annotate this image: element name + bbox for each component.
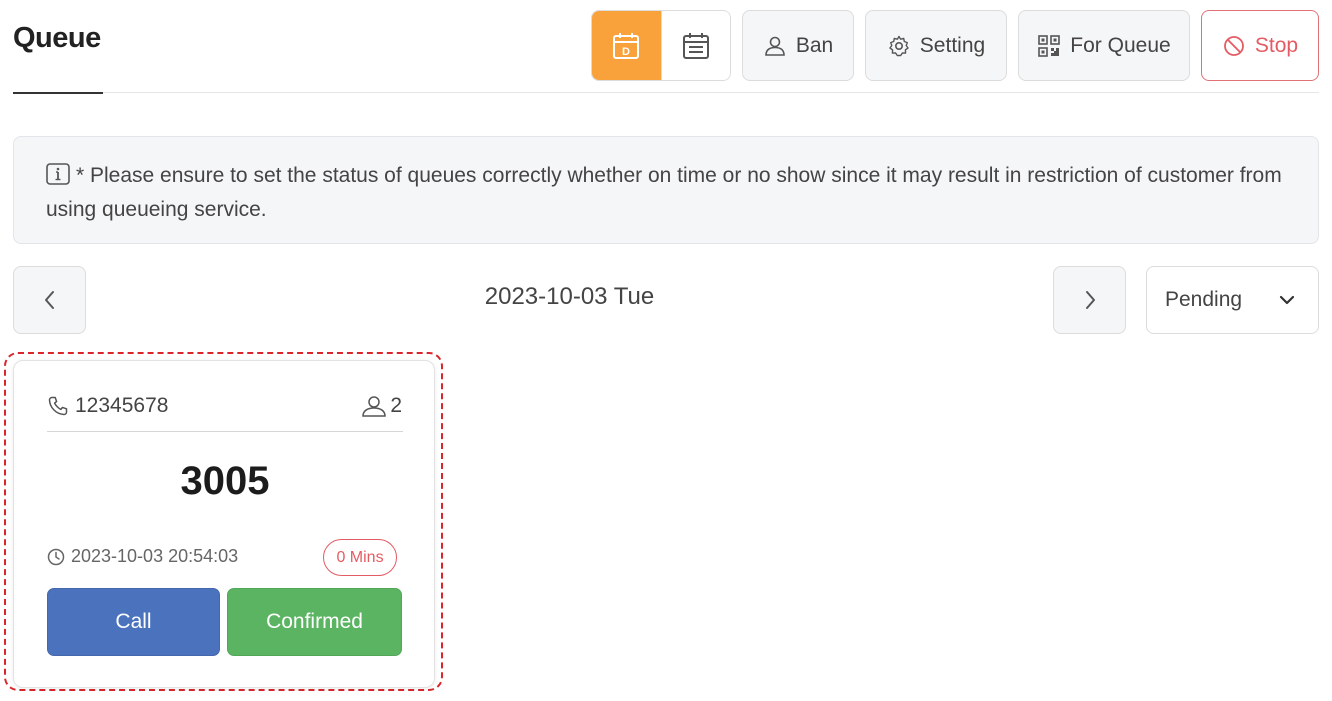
toolbar: D Ban Setting For Queue Stop <box>0 10 1332 81</box>
ban-label: Ban <box>795 33 834 57</box>
card-divider <box>47 431 403 432</box>
clock-icon <box>47 548 65 565</box>
phone-number: 12345678 <box>75 394 169 417</box>
stop-label: Stop <box>1254 33 1299 57</box>
for-queue-label: For Queue <box>1070 33 1171 57</box>
setting-button[interactable]: Setting <box>865 10 1007 81</box>
day-badge: D <box>622 46 630 58</box>
card-party-size: 2 <box>361 394 402 418</box>
queue-number: 3005 <box>180 459 270 503</box>
header-divider <box>103 92 1319 93</box>
chevron-left-icon <box>44 291 54 309</box>
card-time: 2023-10-03 20:54:03 <box>47 546 238 567</box>
confirmed-label: Confirmed <box>266 610 363 633</box>
title-underline <box>13 92 103 94</box>
day-calendar-icon: D <box>613 32 640 59</box>
party-size: 2 <box>390 394 402 417</box>
prev-date-button[interactable] <box>13 266 86 334</box>
qr-code-icon <box>1038 34 1061 57</box>
notice-text: * Please ensure to set the status of que… <box>46 164 1282 221</box>
user-icon <box>362 396 387 417</box>
queue-card: 12345678 2 3005 2023-10-03 20:54:03 0 Mi… <box>13 360 435 688</box>
ban-circle-icon <box>1223 35 1244 56</box>
phone-icon <box>48 396 68 416</box>
view-toggle: D <box>591 10 731 81</box>
chevron-right-icon <box>1085 291 1095 309</box>
ban-button[interactable]: Ban <box>742 10 854 81</box>
wait-time-badge: 0 Mins <box>323 539 397 576</box>
info-icon <box>46 163 70 185</box>
user-icon <box>765 36 785 56</box>
card-phone: 12345678 <box>47 394 168 418</box>
stop-button[interactable]: Stop <box>1201 10 1319 81</box>
day-view-button[interactable]: D <box>592 11 661 80</box>
next-date-button[interactable] <box>1053 266 1126 334</box>
month-view-button[interactable] <box>660 11 730 80</box>
call-button[interactable]: Call <box>47 588 220 656</box>
wait-time: 0 Mins <box>336 548 384 566</box>
current-date: 2023-10-03 Tue <box>484 283 655 310</box>
confirmed-button[interactable]: Confirmed <box>227 588 402 656</box>
created-time: 2023-10-03 20:54:03 <box>71 546 239 566</box>
notice-banner: * Please ensure to set the status of que… <box>13 136 1319 244</box>
status-filter-value: Pending <box>1165 288 1243 311</box>
gear-icon <box>889 35 909 56</box>
calendar-icon <box>682 32 709 59</box>
status-filter-select[interactable]: Pending <box>1146 266 1319 334</box>
setting-label: Setting <box>919 33 986 57</box>
chevron-down-icon <box>1279 295 1295 305</box>
call-label: Call <box>115 610 152 633</box>
for-queue-button[interactable]: For Queue <box>1018 10 1190 81</box>
